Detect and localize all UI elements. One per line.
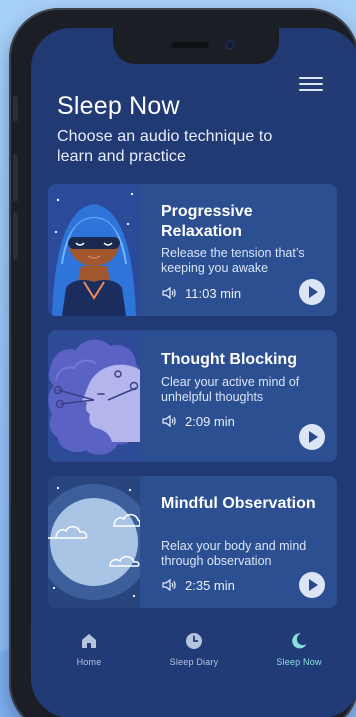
tab-label: Sleep Now [276,657,322,667]
menu-button[interactable] [299,74,325,94]
thinking-head-illustration [48,330,140,462]
tab-sleep-diary[interactable]: Sleep Diary [149,632,239,684]
menu-icon-line [299,83,323,85]
card-title: Thought Blocking [161,351,297,368]
card-description: Release the tension that’s keeping you a… [161,246,305,275]
phone-frame: Sleep Now Choose an audio technique to l… [9,8,356,717]
speaker-icon [162,578,176,592]
tab-label: Home [76,657,102,667]
volume-down-button [13,212,18,260]
play-button[interactable] [299,572,325,598]
play-icon [309,579,318,591]
crescent-moon-icon [292,633,307,649]
tab-label: Sleep Diary [169,657,219,667]
duration-text: 2:35 min [185,577,235,593]
card-duration: 11:03 min [161,284,241,302]
volume-up-button [13,154,18,202]
menu-icon-line [299,77,323,79]
card-duration: 2:09 min [161,412,235,430]
bottom-tab-bar: Home Sleep Diary Sleep Now [31,622,356,717]
page: Sleep Now Choose an audio technique to l… [0,0,356,717]
tab-home[interactable]: Home [44,632,134,684]
card-title: Mindful Observation [161,495,316,512]
home-icon [82,634,96,648]
play-icon [309,431,318,443]
page-title: Sleep Now [57,92,180,120]
technique-card-progressive-relaxation[interactable]: Progressive Relaxation Release the tensi… [48,184,337,316]
play-button[interactable] [299,424,325,450]
card-description: Clear your active mind of unhelpful thou… [161,375,300,404]
tab-sleep-now[interactable]: Sleep Now [254,632,344,684]
earpiece-speaker [171,42,209,48]
speaker-icon [162,286,176,300]
card-duration: 2:35 min [161,576,235,594]
card-title: Progressive Relaxation [161,203,253,240]
clock-icon [186,633,202,649]
technique-card-mindful-observation[interactable]: Mindful Observation Relax your body and … [48,476,337,608]
duration-text: 11:03 min [185,285,242,301]
play-icon [309,286,318,298]
speaker-icon [162,414,176,428]
moon-and-clouds-illustration [48,476,140,608]
card-description: Relax your body and mind through observa… [161,539,307,568]
relaxing-person-illustration [48,184,140,316]
phone-notch [113,28,279,64]
page-subtitle: Choose an audio technique to learn and p… [57,128,273,165]
duration-text: 2:09 min [185,413,235,429]
menu-icon-line [299,89,323,91]
technique-card-thought-blocking[interactable]: Thought Blocking Clear your active mind … [48,330,337,462]
play-button[interactable] [299,279,325,305]
front-camera [225,40,235,50]
mute-switch [13,96,18,122]
app-screen: Sleep Now Choose an audio technique to l… [31,28,356,717]
